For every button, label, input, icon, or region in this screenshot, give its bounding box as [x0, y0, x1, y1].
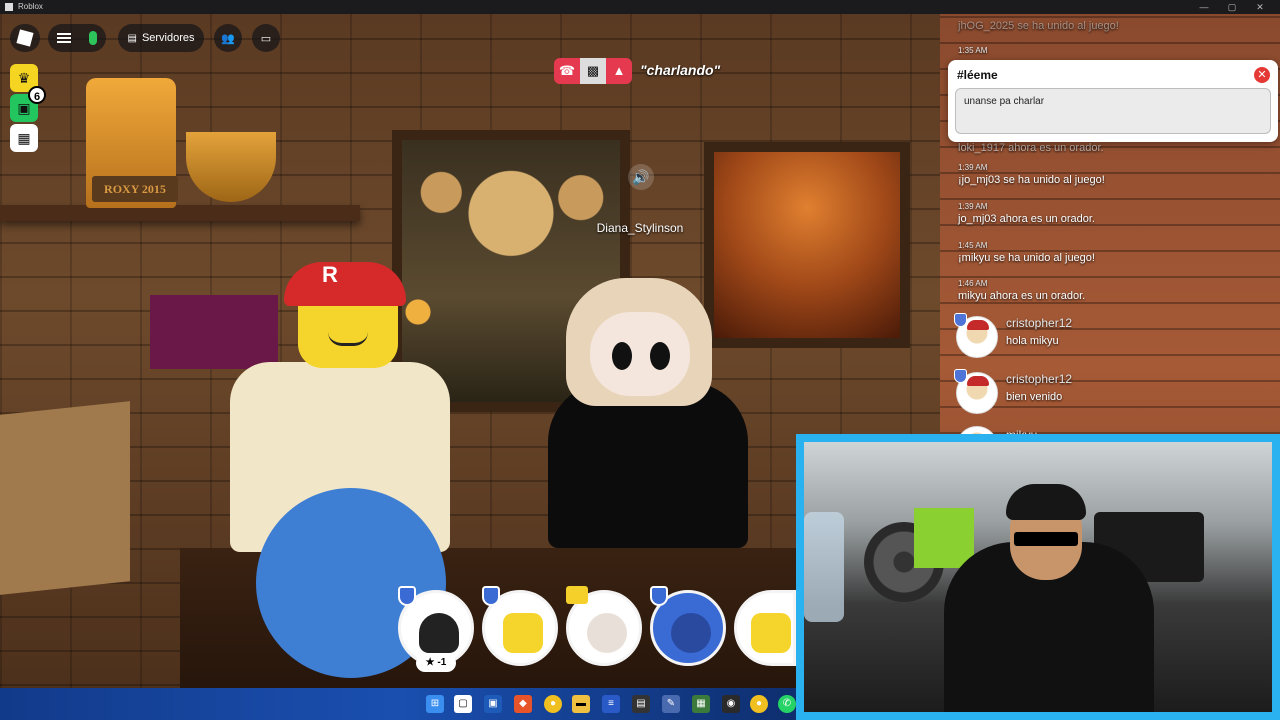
webcam-feed — [804, 442, 1272, 712]
desert-painting — [704, 142, 910, 348]
chrome-icon[interactable]: ● — [544, 695, 562, 713]
chat-system-line: ¡mikyu se ha unido al juego! — [958, 252, 1095, 264]
roblox-window: Roblox — ▢ ✕ ROXY 2015 R 🔊 Diana_Stylins… — [0, 0, 1280, 720]
chat-timestamp: 1:39 AM — [958, 163, 988, 172]
warning-icon[interactable]: ▲ — [606, 58, 632, 84]
voice-controls: ☎ ▩ ▲ — [554, 58, 632, 84]
pixel-sunglasses — [1014, 532, 1078, 546]
crown-icon — [566, 586, 588, 604]
roblox-app-icon — [5, 3, 13, 11]
apps-grid-icon[interactable]: ▦ — [10, 124, 38, 152]
chat-system-line: mikyu ahora es un orador. — [958, 290, 1086, 302]
chrome-icon[interactable]: ● — [750, 695, 768, 713]
cap-graphic — [967, 376, 989, 386]
app-icon[interactable]: ◉ — [722, 695, 740, 713]
verified-shield-icon — [482, 586, 500, 606]
girl-eye-right — [650, 342, 670, 370]
chat-message: hola mikyu — [1006, 335, 1059, 347]
chat-bubble-icon: ▭ — [260, 32, 272, 45]
app-icon[interactable]: ▤ — [632, 695, 650, 713]
brave-icon[interactable]: ◆ — [514, 695, 532, 713]
notification-badge: 6 — [28, 86, 46, 104]
player-nametag: Diana_Stylinson — [596, 221, 684, 235]
cap-graphic — [967, 320, 989, 330]
shelf — [0, 205, 360, 221]
window-title: Roblox — [18, 2, 43, 11]
girl-eye-left — [612, 342, 632, 370]
participant-avatar — [751, 613, 791, 653]
trophy-plaque: ROXY 2015 — [92, 176, 178, 202]
verified-shield-icon — [398, 586, 416, 606]
girl-avatar-body[interactable] — [548, 382, 748, 548]
water-bottle — [804, 512, 844, 622]
briefcase-icon[interactable]: ▩ — [580, 58, 606, 84]
people-icon: 👥 — [221, 32, 235, 45]
file-explorer-icon[interactable]: ▬ — [572, 695, 590, 713]
mic-icon[interactable] — [89, 31, 97, 45]
chat-system-line: ¡jo_mj03 se ha unido al juego! — [958, 174, 1105, 186]
verified-shield-icon — [954, 313, 967, 327]
chat-timestamp: 1:45 AM — [958, 241, 988, 250]
app-icon[interactable]: ▣ — [484, 695, 502, 713]
participant-avatar — [671, 613, 711, 653]
participant-avatar — [587, 613, 627, 653]
hamburger-icon[interactable] — [57, 33, 71, 43]
chat-system-line: jhOG_2025 se ha unido al juego! — [958, 20, 1119, 32]
app-icon[interactable]: ▦ — [692, 695, 710, 713]
participant-avatar — [419, 613, 459, 653]
purple-box — [150, 295, 278, 369]
verified-shield-icon — [650, 586, 668, 606]
task-view-icon[interactable]: ▢ — [454, 695, 472, 713]
webcam-overlay — [796, 434, 1280, 720]
menu-mic-group[interactable] — [48, 24, 106, 52]
pinned-message: #léeme ✕ unanse pa charlar — [948, 60, 1278, 142]
streamer-hair — [1006, 484, 1086, 520]
pinned-title: #léeme — [957, 68, 998, 82]
notes-icon[interactable]: ≡ — [602, 695, 620, 713]
close-icon[interactable]: ✕ — [1254, 67, 1270, 83]
chat-system-line: loki_1917 ahora es un orador. — [958, 142, 1104, 154]
chat-system-line: jo_mj03 ahora es un orador. — [958, 213, 1095, 225]
chat-username[interactable]: cristopher12 — [1006, 316, 1072, 330]
speaker-icon: 🔊 — [628, 164, 654, 190]
chat-username[interactable]: cristopher12 — [1006, 372, 1072, 386]
servers-label: Servidores — [141, 32, 195, 44]
roblox-logo-icon — [16, 29, 34, 47]
windows-start-icon[interactable]: ⊞ — [426, 695, 444, 713]
red-cap — [284, 262, 406, 306]
chat-toggle-button[interactable]: ▭ — [252, 24, 280, 52]
app-icon[interactable]: ✎ — [662, 695, 680, 713]
server-list-icon: ▤ — [127, 32, 137, 44]
friends-button[interactable]: 👥 — [214, 24, 242, 52]
roblox-menu-button[interactable] — [10, 24, 40, 52]
chat-timestamp: 1:39 AM — [958, 202, 988, 211]
cap-logo: R — [322, 262, 338, 287]
chat-timestamp: 1:46 AM — [958, 279, 988, 288]
voice-status: "charlando" — [640, 62, 721, 78]
participant-avatar — [503, 613, 543, 653]
whatsapp-icon[interactable]: ✆ — [778, 695, 796, 713]
servers-button[interactable]: ▤ Servidores — [118, 24, 204, 52]
cardboard-box — [0, 401, 130, 595]
hangup-icon[interactable]: ☎ — [554, 58, 580, 84]
pinned-message-text: unanse pa charlar — [955, 88, 1271, 134]
chat-timestamp: 1:35 AM — [958, 46, 988, 55]
green-box — [914, 508, 974, 568]
star-rating-badge: ★ -1 — [416, 654, 456, 672]
fairy-pet — [398, 282, 438, 342]
chat-message: bien venido — [1006, 391, 1063, 403]
verified-shield-icon — [954, 369, 967, 383]
girl-avatar-face[interactable] — [590, 312, 690, 396]
